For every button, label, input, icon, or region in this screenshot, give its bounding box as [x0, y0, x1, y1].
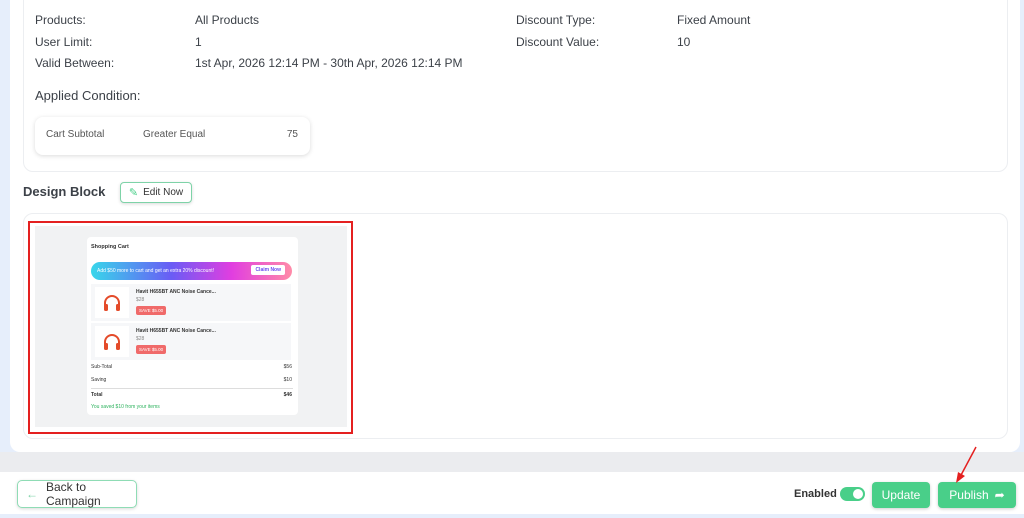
item-name: Havit H655BT ANC Noise Cance...: [136, 289, 216, 295]
enabled-label: Enabled: [794, 488, 837, 500]
back-label: Back to Campaign: [46, 480, 101, 508]
saving-value: $10: [283, 377, 292, 383]
footer-bar: [0, 472, 1024, 514]
item-price: $28: [136, 336, 145, 342]
cart-title: Shopping Cart: [91, 244, 129, 250]
condition-field: Cart Subtotal: [46, 129, 105, 140]
discount-type-label: Discount Type:: [516, 13, 596, 27]
saving-label: Saving: [91, 377, 107, 383]
divider: [91, 388, 293, 389]
user-limit-label: User Limit:: [35, 35, 93, 49]
enabled-toggle[interactable]: [840, 487, 865, 501]
subtotal-label: Sub-Total: [91, 364, 113, 370]
cart-preview: Shopping Cart Add $50 more to cart and g…: [87, 237, 298, 415]
edit-now-label: Edit Now: [143, 187, 184, 198]
annotation-arrow-icon: [956, 446, 977, 483]
banner-text: Add $50 more to cart and get an extra 20…: [97, 268, 215, 274]
update-label: Update: [881, 488, 921, 502]
condition-row: Cart Subtotal Greater Equal 75: [35, 117, 310, 155]
publish-label: Publish: [949, 488, 989, 502]
edit-now-button[interactable]: ✎ Edit Now: [120, 182, 192, 203]
total-label: Total: [91, 392, 103, 398]
discount-type-value: Fixed Amount: [677, 13, 751, 27]
valid-between-value: 1st Apr, 2026 12:14 PM - 30th Apr, 2026 …: [195, 56, 463, 70]
claim-now-button[interactable]: Claim Now: [251, 265, 285, 275]
products-value: All Products: [195, 13, 260, 27]
back-to-campaign-button[interactable]: ← Back to Campaign: [17, 480, 137, 508]
condition-operator: Greater Equal: [143, 129, 206, 140]
discount-value-label: Discount Value:: [516, 35, 600, 49]
products-label: Products:: [35, 13, 86, 27]
valid-between-label: Valid Between:: [35, 56, 115, 70]
item-price: $28: [136, 297, 145, 303]
headphones-icon: [95, 287, 129, 318]
subtotal-value: $56: [283, 364, 292, 370]
design-block-title: Design Block: [23, 184, 106, 199]
applied-condition-title: Applied Condition:: [35, 88, 141, 103]
update-button[interactable]: Update: [872, 482, 930, 508]
divider-band: [0, 452, 1024, 472]
save-badge: SAVE $5.00: [136, 306, 167, 315]
discount-banner: Add $50 more to cart and get an extra 20…: [91, 262, 292, 280]
total-value: $46: [283, 392, 292, 398]
edit-icon: ✎: [128, 187, 139, 199]
cart-item: Havit H655BT ANC Noise Cance... $28 SAVE…: [91, 284, 291, 321]
cart-item: Havit H655BT ANC Noise Cance... $28 SAVE…: [91, 323, 291, 360]
user-limit-value: 1: [195, 35, 202, 49]
condition-value: 75: [286, 129, 298, 140]
save-badge: SAVE $5.00: [136, 345, 167, 354]
saved-note: You saved $10 from your items: [91, 404, 160, 410]
publish-button[interactable]: Publish ➦: [938, 482, 1016, 508]
item-name: Havit H655BT ANC Noise Cance...: [136, 328, 216, 334]
share-arrow-icon: ➦: [994, 488, 1005, 502]
arrow-left-icon: ←: [26, 487, 38, 501]
headphones-icon: [95, 326, 129, 357]
discount-value-value: 10: [677, 35, 691, 49]
